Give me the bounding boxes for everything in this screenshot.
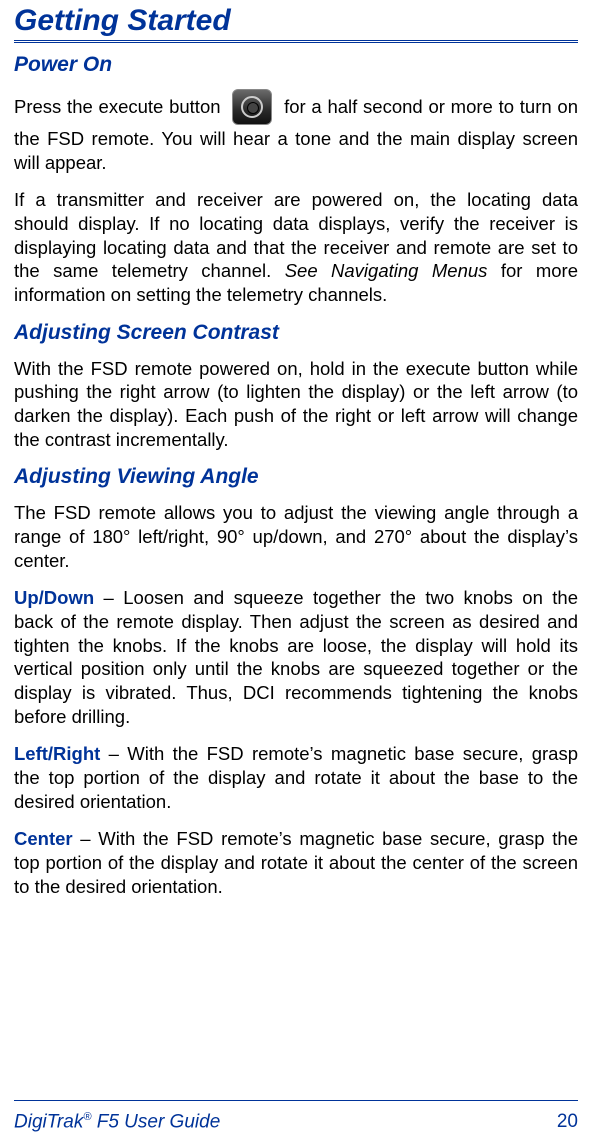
divider: [14, 40, 578, 43]
text: DigiTrak: [14, 1111, 83, 1132]
text: F5 User Guide: [91, 1111, 220, 1132]
text-italic: See Navigating Menus: [285, 260, 488, 281]
term-center: Center: [14, 828, 73, 849]
page-title: Getting Started: [14, 4, 578, 38]
paragraph: The FSD remote allows you to adjust the …: [14, 501, 578, 572]
footer: DigiTrak® F5 User Guide 20: [14, 1100, 578, 1133]
paragraph: If a transmitter and receiver are powere…: [14, 188, 578, 306]
section-heading-contrast: Adjusting Screen Contrast: [14, 321, 578, 345]
term-updown: Up/Down: [14, 587, 94, 608]
execute-button-icon: [232, 89, 272, 125]
paragraph: Up/Down – Loosen and squeeze together th…: [14, 586, 578, 728]
paragraph: With the FSD remote powered on, hold in …: [14, 357, 578, 452]
section-heading-power-on: Power On: [14, 53, 578, 77]
text: – With the FSD remote’s magnetic base se…: [14, 828, 578, 896]
section-heading-viewing: Adjusting Viewing Angle: [14, 465, 578, 489]
paragraph: Left/Right – With the FSD remote’s magne…: [14, 742, 578, 813]
paragraph: Center – With the FSD remote’s magnetic …: [14, 827, 578, 898]
footer-page-number: 20: [557, 1111, 578, 1133]
text: Press the execute button: [14, 96, 226, 117]
text: – Loosen and squeeze together the two kn…: [14, 587, 578, 726]
footer-guide-title: DigiTrak® F5 User Guide: [14, 1111, 220, 1133]
paragraph: Press the execute button for a half seco…: [14, 89, 578, 174]
term-leftright: Left/Right: [14, 743, 100, 764]
